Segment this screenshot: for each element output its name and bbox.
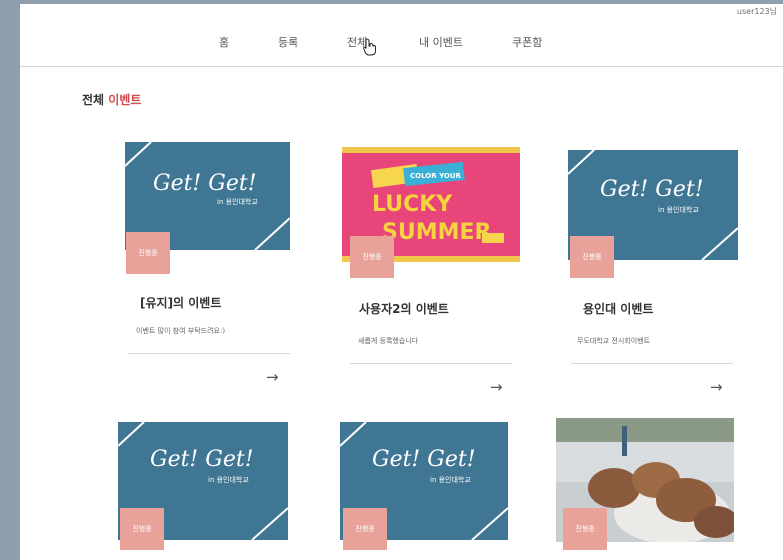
nav-register[interactable]: 등록 [278,34,298,50]
svg-text:LUCKY: LUCKY [372,192,453,217]
status-badge: 진행중 [350,236,394,278]
event-description: 무도대학교 전시회이벤트 [577,337,651,345]
status-badge: 진행중 [563,508,607,550]
card-divider [128,353,290,354]
svg-text:SUMMER: SUMMER [382,220,492,245]
top-navigation: user123님 홈 등록 전체 내 이벤트 쿠폰함 [20,4,783,67]
svg-text:Get! Get!: Get! Get! [150,447,254,472]
hand-cursor-icon [363,38,376,56]
user-name[interactable]: user123님 [737,6,777,17]
event-title[interactable]: 용인대 이벤트 [583,300,653,317]
nav-coupons[interactable]: 쿠폰함 [512,34,542,50]
card-divider [571,363,733,364]
svg-text:in 용인대학교: in 용인대학교 [217,197,258,206]
svg-text:Get! Get!: Get! Get! [153,171,257,196]
page-title: 전체 이벤트 [82,93,142,107]
card-divider [350,363,512,364]
event-title[interactable]: 사용자2의 이벤트 [359,300,449,317]
nav-my-events[interactable]: 내 이벤트 [419,34,463,50]
svg-text:in 용인대학교: in 용인대학교 [208,475,249,484]
arrow-right-icon[interactable]: → [266,368,279,386]
status-badge: 진행중 [570,236,614,278]
event-title[interactable]: [유지]의 이벤트 [140,294,221,311]
page: user123님 홈 등록 전체 내 이벤트 쿠폰함 전체 이벤트 Get! G… [20,4,783,560]
status-badge: 진행중 [120,508,164,550]
svg-text:in 용인대학교: in 용인대학교 [658,205,699,214]
status-badge: 진행중 [126,232,170,274]
status-badge: 진행중 [343,508,387,550]
nav-home[interactable]: 홈 [219,34,229,50]
svg-text:in 용인대학교: in 용인대학교 [430,475,471,484]
svg-text:COLOR YOUR: COLOR YOUR [410,172,462,180]
arrow-right-icon[interactable]: → [490,378,503,396]
svg-text:Get! Get!: Get! Get! [372,447,476,472]
event-description: 새롭게 등록했습니다 [358,337,419,345]
event-description: 이벤트 많이 참여 부탁드려요:) [136,327,226,335]
arrow-right-icon[interactable]: → [710,378,723,396]
svg-text:Get! Get!: Get! Get! [600,177,704,202]
